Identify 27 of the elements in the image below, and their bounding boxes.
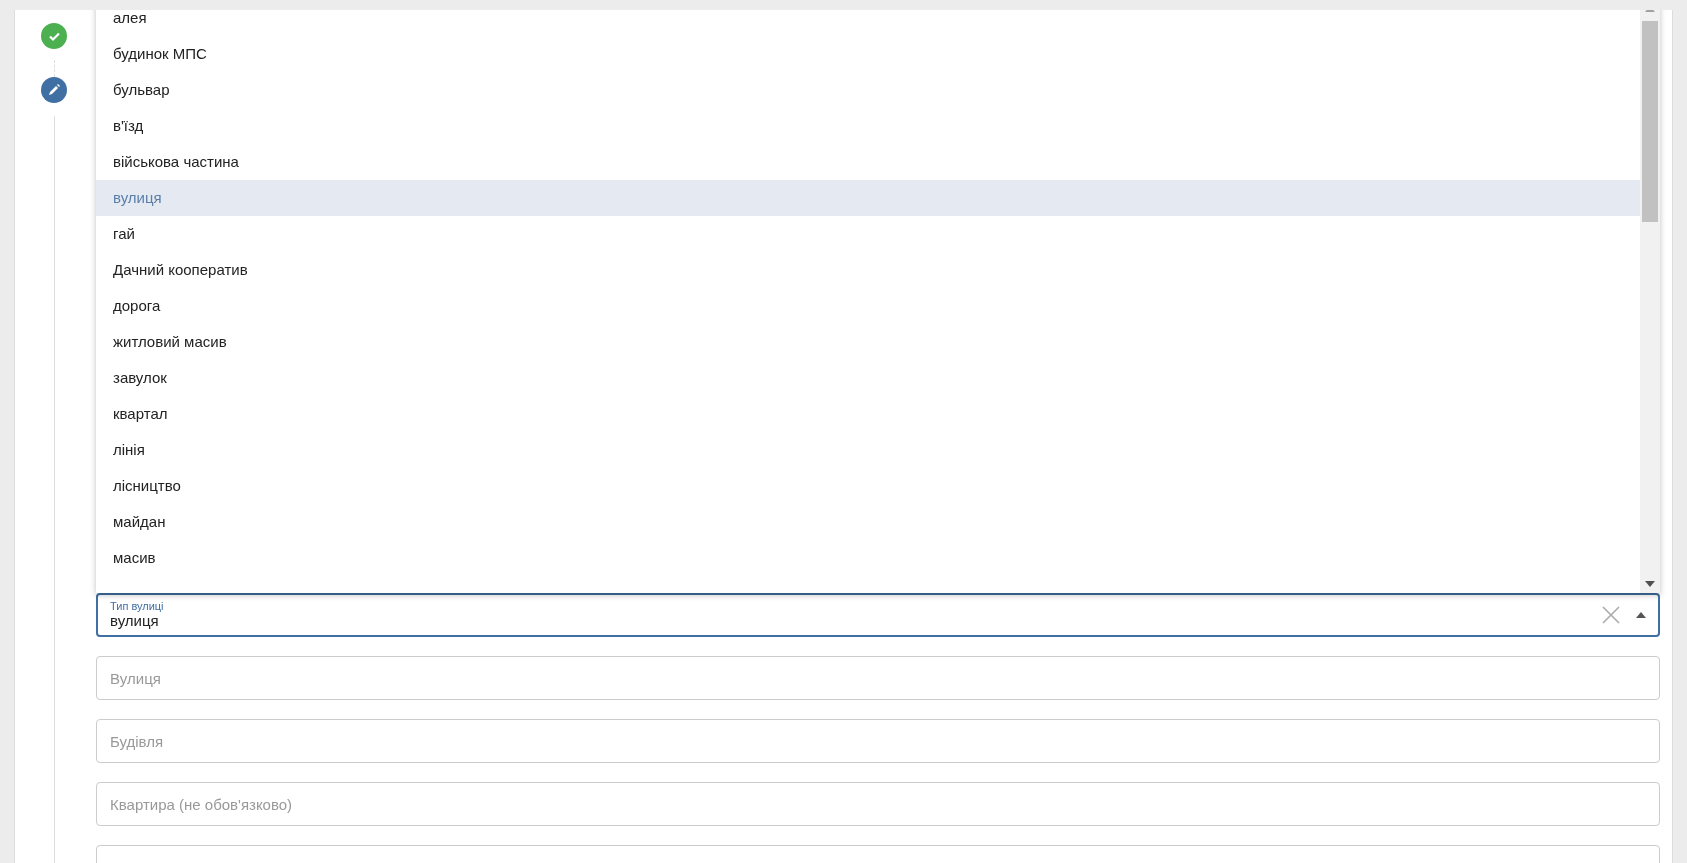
dropdown-option[interactable]: військова частина [96, 144, 1640, 180]
scroll-down-icon[interactable] [1645, 581, 1655, 587]
dropdown-option[interactable]: квартал [96, 396, 1640, 432]
dropdown-option[interactable]: в'їзд [96, 108, 1640, 144]
dropdown-option[interactable]: будинок МПС [96, 36, 1640, 72]
dropdown-option[interactable]: дорога [96, 288, 1640, 324]
caret-up-icon[interactable] [1636, 612, 1646, 618]
input-field[interactable]: Будівля [96, 719, 1660, 763]
field-label: Тип вулиці [110, 600, 165, 612]
dropdown-option[interactable]: алея [96, 10, 1640, 36]
dropdown-option[interactable]: вулиця [96, 180, 1640, 216]
scrollbar[interactable] [1640, 10, 1660, 593]
clear-icon[interactable] [1602, 606, 1620, 624]
dropdown-option[interactable]: гай [96, 216, 1640, 252]
dropdown-option[interactable]: житловий масив [96, 324, 1640, 360]
dropdown-option[interactable]: масив [96, 540, 1640, 576]
dropdown-option[interactable]: лісництво [96, 468, 1640, 504]
dropdown-option[interactable]: Дачний кооператив [96, 252, 1640, 288]
dropdown-option[interactable]: лінія [96, 432, 1640, 468]
dropdown-option[interactable]: майдан [96, 504, 1640, 540]
scrollbar-thumb[interactable] [1642, 21, 1658, 222]
dropdown-option[interactable]: бульвар [96, 72, 1640, 108]
street-type-select[interactable]: Тип вулиці вулиця [96, 593, 1660, 637]
select-value: вулиця [110, 612, 160, 630]
dropdown-option[interactable]: завулок [96, 360, 1640, 396]
input-field[interactable]: Квартира (не обов'язково) [96, 782, 1660, 826]
input-field[interactable]: Вулиця [96, 656, 1660, 700]
